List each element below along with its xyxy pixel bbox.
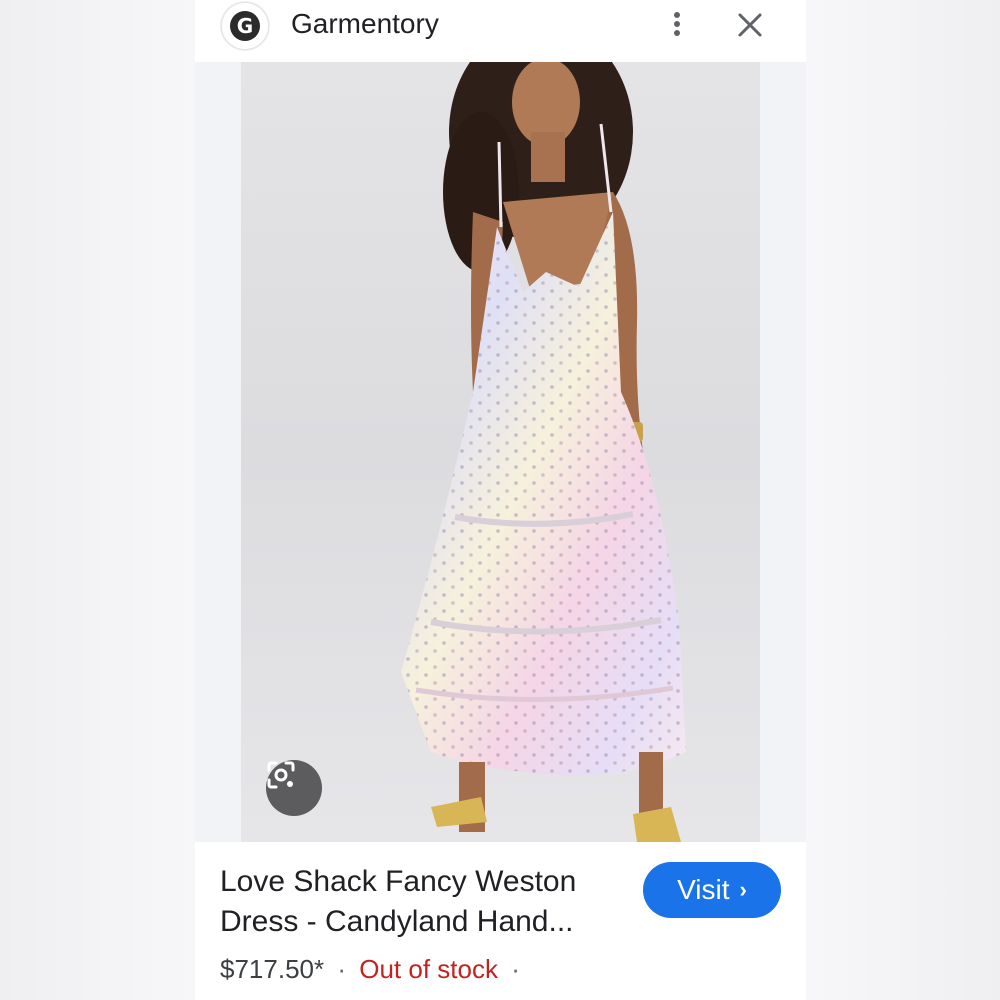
product-info: Love Shack Fancy Weston Dress - Candylan… [195, 842, 806, 1000]
separator-dot: · [337, 954, 347, 984]
separator-dot-trailing: · [511, 954, 520, 984]
backdrop-left [0, 0, 195, 1000]
stock-status: Out of stock [359, 954, 498, 984]
site-logo-letter: G [230, 11, 260, 41]
chevron-right-icon: › [739, 877, 747, 902]
backdrop-right [806, 0, 1000, 1000]
site-name[interactable]: Garmentory [291, 6, 439, 42]
source-header: G Garmentory [195, 0, 806, 62]
visit-button[interactable]: Visit › [643, 862, 781, 918]
product-meta: $717.50* · Out of stock · [220, 952, 526, 986]
result-card: G Garmentory Love Shack Fancy Weston Dre… [195, 0, 806, 1000]
visit-button-label: Visit [677, 874, 730, 905]
product-image[interactable] [241, 62, 760, 842]
image-viewer [195, 62, 806, 842]
product-price: $717.50* [220, 954, 325, 984]
lens-icon[interactable] [266, 760, 322, 816]
more-vert-icon[interactable] [665, 8, 689, 40]
site-logo[interactable]: G [221, 2, 269, 50]
product-title[interactable]: Love Shack Fancy Weston Dress - Candylan… [220, 862, 640, 942]
close-icon[interactable] [733, 8, 767, 42]
